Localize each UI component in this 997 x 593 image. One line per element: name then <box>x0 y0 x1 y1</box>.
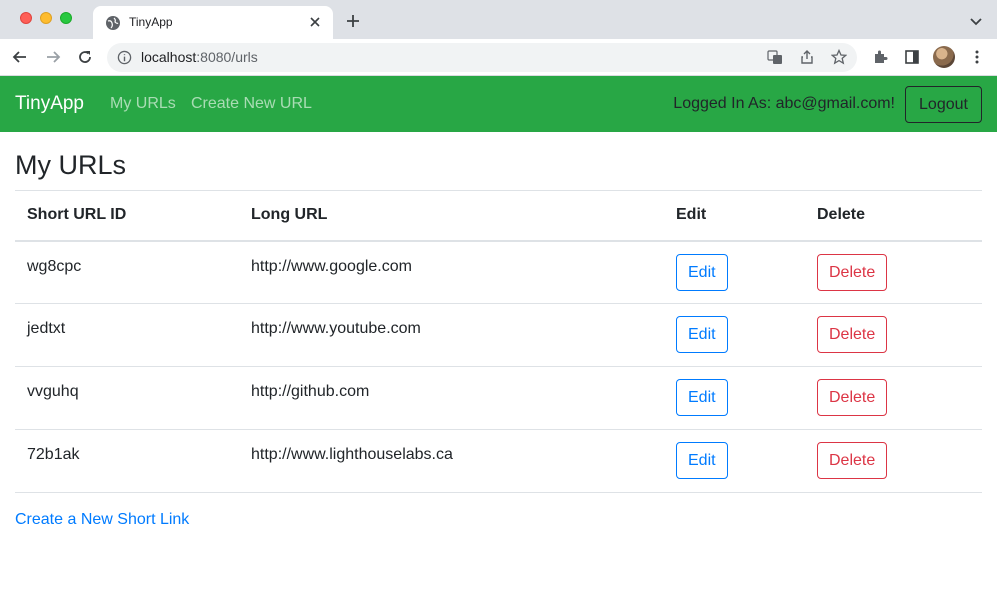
edit-button[interactable]: Edit <box>676 379 728 416</box>
delete-button[interactable]: Delete <box>817 253 888 291</box>
star-icon[interactable] <box>831 49 847 65</box>
edit-button[interactable]: Edit <box>676 316 728 353</box>
address-bar[interactable]: localhost:8080/urls <box>107 43 857 72</box>
close-icon[interactable] <box>307 14 323 30</box>
globe-icon <box>106 16 120 30</box>
chevron-down-icon[interactable] <box>969 14 983 28</box>
column-header-delete: Delete <box>805 190 982 242</box>
browser-tab-bar: TinyApp <box>0 0 997 39</box>
reload-icon[interactable] <box>76 48 94 66</box>
translate-icon[interactable] <box>767 49 783 65</box>
urls-table: Short URL ID Long URL Edit Delete wg8cpc… <box>15 190 982 493</box>
logout-button[interactable]: Logout <box>905 86 982 123</box>
new-tab-icon[interactable] <box>344 12 362 30</box>
table-row: 72b1ak http://www.lighthouselabs.ca Edit… <box>15 429 982 493</box>
side-panel-icon[interactable] <box>904 49 920 65</box>
more-menu-icon[interactable] <box>969 49 985 65</box>
info-icon[interactable] <box>117 50 132 65</box>
delete-cell: Delete <box>805 240 982 304</box>
create-short-link[interactable]: Create a New Short Link <box>15 511 189 529</box>
short-url-id: jedtxt <box>15 303 239 367</box>
window-minimize-button[interactable] <box>40 12 52 24</box>
edit-cell: Edit <box>664 240 805 304</box>
extensions-icon[interactable] <box>872 49 888 65</box>
url-path: :8080/urls <box>196 49 258 65</box>
forward-arrow-icon[interactable] <box>44 48 62 66</box>
tab-title: TinyApp <box>129 15 173 29</box>
delete-cell: Delete <box>805 303 982 367</box>
edit-button[interactable]: Edit <box>676 253 728 291</box>
edit-button[interactable]: Edit <box>676 442 728 479</box>
page-title: My URLs <box>15 150 127 180</box>
long-url: http://www.youtube.com <box>239 303 664 367</box>
app-navbar: TinyApp My URLs Create New URL Logged In… <box>0 76 997 132</box>
share-icon[interactable] <box>799 49 815 65</box>
delete-button[interactable]: Delete <box>817 316 888 353</box>
browser-toolbar: localhost:8080/urls <box>0 39 997 76</box>
delete-cell: Delete <box>805 429 982 493</box>
url-text[interactable]: localhost:8080/urls <box>141 49 258 65</box>
edit-cell: Edit <box>664 303 805 367</box>
short-url-id: wg8cpc <box>15 240 239 304</box>
url-host: localhost <box>141 49 197 65</box>
edit-cell: Edit <box>664 366 805 430</box>
delete-button[interactable]: Delete <box>817 442 888 479</box>
nav-link-my-urls[interactable]: My URLs <box>110 95 176 113</box>
edit-cell: Edit <box>664 429 805 493</box>
logged-in-text: Logged In As: abc@gmail.com! <box>673 95 895 112</box>
column-header-edit: Edit <box>664 190 805 242</box>
nav-link-create-new-url[interactable]: Create New URL <box>191 95 312 113</box>
short-url-id: 72b1ak <box>15 429 239 493</box>
table-row: wg8cpc http://www.google.com Edit Delete <box>15 240 982 304</box>
table-row: jedtxt http://www.youtube.com Edit Delet… <box>15 303 982 367</box>
brand-link[interactable]: TinyApp <box>15 93 84 115</box>
table-row: vvguhq http://github.com Edit Delete <box>15 366 982 430</box>
table-header-row: Short URL ID Long URL Edit Delete <box>15 190 982 242</box>
long-url: http://www.lighthouselabs.ca <box>239 429 664 493</box>
back-arrow-icon[interactable] <box>11 48 29 66</box>
column-header-short-url-id: Short URL ID <box>15 190 239 242</box>
long-url: http://github.com <box>239 366 664 430</box>
long-url: http://www.google.com <box>239 240 664 304</box>
window-close-button[interactable] <box>20 12 32 24</box>
browser-tab[interactable]: TinyApp <box>93 6 333 39</box>
delete-button[interactable]: Delete <box>817 379 888 416</box>
window-zoom-button[interactable] <box>60 12 72 24</box>
short-url-id: vvguhq <box>15 366 239 430</box>
delete-cell: Delete <box>805 366 982 430</box>
column-header-long-url: Long URL <box>239 190 664 242</box>
profile-avatar[interactable] <box>933 46 955 68</box>
